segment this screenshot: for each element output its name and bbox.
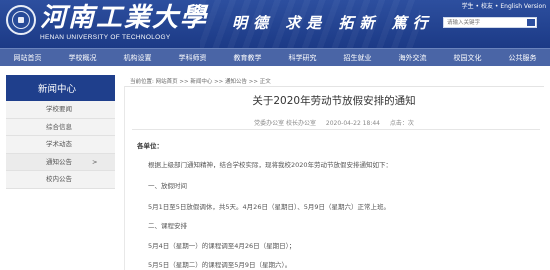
article-paragraph: 5月5日（星期二）的课程调至5月9日（星期六）。: [148, 261, 292, 269]
article-meta: 党委办公室 校长办公室 2020-04-22 18:44 点击：次: [124, 118, 544, 127]
main-nav: 网站首页 学校概况 机构设置 学科师资 教育教学 科学研究 招生就业 海外交流 …: [0, 48, 550, 66]
sidebar-item-school-news[interactable]: 学校要闻: [6, 101, 115, 119]
article-paragraph: 根据上级部门通知精神，结合学校实际，现将我校2020年劳动节放假安排通知如下：: [148, 161, 393, 169]
school-motto: 明德 求是 拓新 篤行: [232, 14, 434, 32]
sidebar-item-campus-notices[interactable]: 校内公告: [6, 171, 115, 189]
logo-center: [18, 17, 24, 23]
content-border: [124, 86, 125, 270]
nav-item-research[interactable]: 科学研究: [275, 49, 330, 66]
sidebar-item-academic[interactable]: 学术动态: [6, 136, 115, 154]
article-greeting: 各单位：: [137, 142, 163, 150]
nav-item-international[interactable]: 海外交流: [385, 49, 440, 66]
breadcrumb-divider: [124, 86, 544, 87]
article-source: 党委办公室 校长办公室: [254, 120, 316, 127]
search-box: [443, 17, 537, 28]
breadcrumb[interactable]: 当前位置: 网站首页 >> 新闻中心 >> 通知公告 >> 正文: [130, 77, 271, 85]
sidebar-header: 新闻中心: [6, 75, 115, 101]
search-input[interactable]: [444, 18, 526, 28]
top-link-english[interactable]: English Version: [500, 3, 546, 10]
article-views: 点击：次: [389, 120, 414, 127]
sidebar-item-label: 综合信息: [46, 122, 72, 131]
site-header: 河南工業大學 HENAN UNIVERSITY OF TECHNOLOGY 明德…: [0, 0, 550, 48]
top-links: 学生 • 校友 • English Version: [462, 1, 546, 10]
sidebar-menu: 学校要闻 综合信息 学术动态 通知公告 > 校内公告: [6, 101, 115, 189]
article-heading-holiday: 一、放假时间: [148, 182, 187, 190]
nav-item-education[interactable]: 教育教学: [220, 49, 275, 66]
school-name-en: HENAN UNIVERSITY OF TECHNOLOGY: [40, 34, 171, 41]
sidebar-item-label: 学校要闻: [46, 105, 72, 113]
nav-item-overview[interactable]: 学校概况: [55, 49, 110, 66]
nav-item-services[interactable]: 公共服务: [495, 49, 550, 66]
sidebar-item-label: 校内公告: [46, 175, 72, 183]
article-heading-schedule: 二、课程安排: [148, 222, 187, 230]
sidebar-item-label: 学术动态: [46, 140, 72, 148]
nav-item-admissions[interactable]: 招生就业: [330, 49, 385, 66]
nav-item-home[interactable]: 网站首页: [0, 49, 55, 66]
sidebar-item-label: 通知公告: [46, 157, 72, 166]
sidebar-item-notices[interactable]: 通知公告 >: [6, 153, 115, 171]
search-button[interactable]: [527, 19, 535, 26]
article-paragraph: 5月4日（星期一）的课程调至4月26日（星期日）；: [148, 242, 296, 250]
sidebar-title: 新闻中心: [38, 84, 77, 95]
top-link-alumni[interactable]: 校友: [481, 3, 493, 10]
article-title: 关于2020年劳动节放假安排的通知: [252, 95, 416, 107]
sidebar-item-general-info[interactable]: 综合信息: [6, 118, 115, 136]
meta-divider: [132, 129, 540, 130]
top-link-students[interactable]: 学生: [462, 3, 474, 10]
school-name-cn[interactable]: 河南工業大學: [40, 3, 208, 33]
school-logo-icon[interactable]: [6, 5, 36, 35]
nav-item-culture[interactable]: 校园文化: [440, 49, 495, 66]
nav-item-faculty[interactable]: 学科师资: [165, 49, 220, 66]
article-date: 2020-04-22 18:44: [325, 120, 380, 127]
article-paragraph: 5月1日至5日放假调休，共5天。4月26日（星期日）、5月9日（星期六）正常上班…: [148, 203, 390, 211]
nav-item-organization[interactable]: 机构设置: [110, 49, 165, 66]
chevron-right-icon: >: [92, 157, 98, 166]
